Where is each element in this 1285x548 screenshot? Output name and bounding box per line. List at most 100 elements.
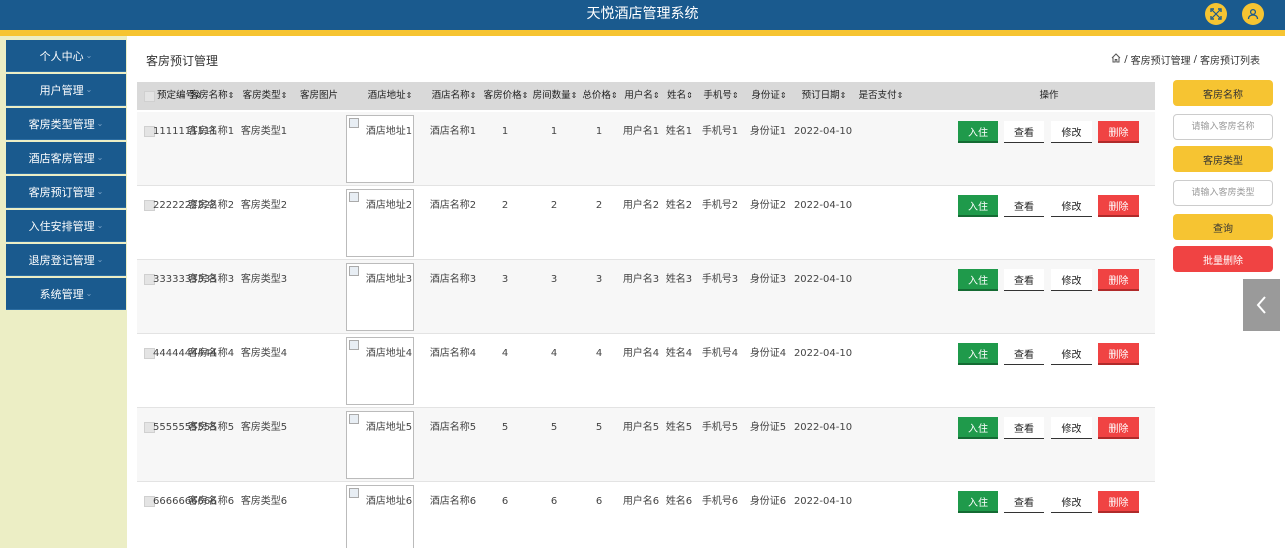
app-title: 天悦酒店管理系统 [586,6,699,22]
column-header[interactable]: 用户名⇕ [620,82,664,110]
edit-button[interactable]: 修改 [1051,195,1092,217]
delete-button[interactable]: 删除 [1098,195,1139,217]
edit-button[interactable]: 修改 [1051,491,1092,513]
sidebar-item-label: 个人中心 [39,49,84,63]
page-title: 客房预订管理 [146,54,219,68]
column-header[interactable]: 姓名⇕ [659,82,701,110]
cell-address: 酒店地址4 [365,348,413,359]
checkin-button[interactable]: 入住 [958,417,998,439]
sort-icon[interactable]: ⇕ [732,91,739,100]
sidebar-item[interactable]: 个人中心 ⌄ [6,40,126,72]
sidebar-item[interactable]: 入住安排管理 ⌄ [6,210,126,242]
select-all-checkbox[interactable] [144,91,155,102]
home-icon[interactable] [1111,53,1121,66]
sidebar-item-label: 用户管理 [39,83,84,97]
sort-icon[interactable]: ⇕ [897,91,904,100]
delete-button[interactable]: 删除 [1098,417,1139,439]
view-button[interactable]: 查看 [1004,195,1044,217]
column-header[interactable]: 身份证⇕ [743,82,795,110]
table-row: 1111111111 客房名称1 客房类型1 酒店地址1 酒店名称1 1 1 1 用户名1 姓名1… [137,112,1155,186]
column-header[interactable]: 预订日期⇕ [793,82,855,110]
sidebar-item[interactable]: 客房类型管理 ⌄ [6,108,126,140]
sidebar-item[interactable]: 退房登记管理 ⌄ [6,244,126,276]
sort-icon[interactable]: ⇕ [840,91,847,100]
column-header[interactable]: 房间数量⇕ [529,82,581,110]
broken-image-icon [349,266,359,276]
sort-icon[interactable]: ⇕ [611,91,618,100]
view-button[interactable]: 查看 [1004,417,1044,439]
delete-button[interactable]: 删除 [1098,491,1139,513]
delete-button[interactable]: 删除 [1098,121,1139,143]
table-row: 4444444444 客房名称4 客房类型4 酒店地址4 酒店名称4 4 4 4 用户名4 姓名4… [137,334,1155,408]
sort-icon[interactable]: ⇕ [686,91,693,100]
edit-button[interactable]: 修改 [1051,269,1092,291]
delete-button[interactable]: 删除 [1098,269,1139,291]
user-icon[interactable] [1242,3,1264,25]
sort-icon[interactable]: ⇕ [780,91,787,100]
breadcrumb-item[interactable]: 客房预订管理 [1131,52,1191,67]
sidebar-item[interactable]: 用户管理 ⌄ [6,74,126,106]
column-header-label: 用户名 [624,90,653,101]
column-header[interactable]: 客房名称⇕ [184,82,240,110]
sidebar-item-label: 客房类型管理 [28,117,95,131]
view-button[interactable]: 查看 [1004,121,1044,143]
column-header[interactable]: 是否支付⇕ [850,82,912,110]
room-type-input[interactable] [1173,180,1273,206]
column-header[interactable]: 预定编号⇕ [157,82,202,110]
chevron-down-icon: ⌄ [96,119,104,128]
cell-date: 2022-04-10 [793,348,853,359]
sort-icon[interactable]: ⇕ [406,91,413,100]
column-header[interactable]: 客房类型⇕ [235,82,295,110]
batch-delete-button[interactable]: 批量删除 [1173,246,1273,272]
top-accent-line [0,30,1285,36]
column-header-label: 房间数量 [532,90,571,101]
view-button[interactable]: 查看 [1004,491,1044,513]
column-header: 操作 [996,82,1102,110]
column-header-label: 客房价格 [483,90,522,101]
fullscreen-icon[interactable] [1205,3,1227,25]
checkin-button[interactable]: 入住 [958,269,998,291]
sort-icon[interactable]: ⇕ [281,91,288,100]
sidebar-item-label: 系统管理 [39,287,84,301]
cell-id: 1111111111 [153,126,217,137]
query-button[interactable]: 查询 [1173,214,1273,240]
room-name-input[interactable] [1173,114,1273,140]
cell-id: 6666666666 [153,496,217,507]
view-button[interactable]: 查看 [1004,269,1044,291]
sidebar-item[interactable]: 系统管理 ⌄ [6,278,126,310]
chevron-down-icon: ⌄ [96,187,104,196]
column-header[interactable]: 总价格⇕ [576,82,624,110]
sort-icon[interactable]: ⇕ [522,91,529,100]
chevron-left-icon [1256,296,1266,314]
table-header: 预定编号⇕ 客房名称⇕ 客房类型⇕ 客房图片 酒店地址⇕ 酒店名称⇕ 客房价格⇕ 房间数量⇕ 总… [137,82,1155,110]
cell-room-type: 客房类型2 [240,200,288,211]
column-header[interactable]: 酒店地址⇕ [365,82,415,110]
sort-icon[interactable]: ⇕ [228,91,235,100]
checkin-button[interactable]: 入住 [958,121,998,143]
delete-button[interactable]: 删除 [1098,343,1139,365]
room-type-label: 客房类型 [1173,146,1273,172]
cell-address: 酒店地址3 [365,274,413,285]
column-header-label: 客房名称 [189,90,228,101]
sidebar-item[interactable]: 客房预订管理 ⌄ [6,176,126,208]
cell-address: 酒店地址5 [365,422,413,433]
sidebar-item-label: 酒店客房管理 [28,151,95,165]
column-header-label: 手机号 [703,90,732,101]
edit-button[interactable]: 修改 [1051,417,1092,439]
table-row: 2222222222 客房名称2 客房类型2 酒店地址2 酒店名称2 2 2 2 用户名2 姓名2… [137,186,1155,260]
sort-icon[interactable]: ⇕ [470,91,477,100]
collapse-panel-tab[interactable] [1243,279,1280,331]
column-header-label: 酒店名称 [431,90,470,101]
edit-button[interactable]: 修改 [1051,121,1092,143]
edit-button[interactable]: 修改 [1051,343,1092,365]
checkin-button[interactable]: 入住 [958,343,998,365]
sidebar-item-label: 入住安排管理 [28,219,95,233]
column-header[interactable]: 酒店名称⇕ [424,82,484,110]
column-header[interactable]: 客房价格⇕ [480,82,532,110]
cell-room-type: 客房类型1 [240,126,288,137]
view-button[interactable]: 查看 [1004,343,1044,365]
checkin-button[interactable]: 入住 [958,195,998,217]
checkin-button[interactable]: 入住 [958,491,998,513]
column-header[interactable]: 手机号⇕ [696,82,746,110]
sidebar-item[interactable]: 酒店客房管理 ⌄ [6,142,126,174]
